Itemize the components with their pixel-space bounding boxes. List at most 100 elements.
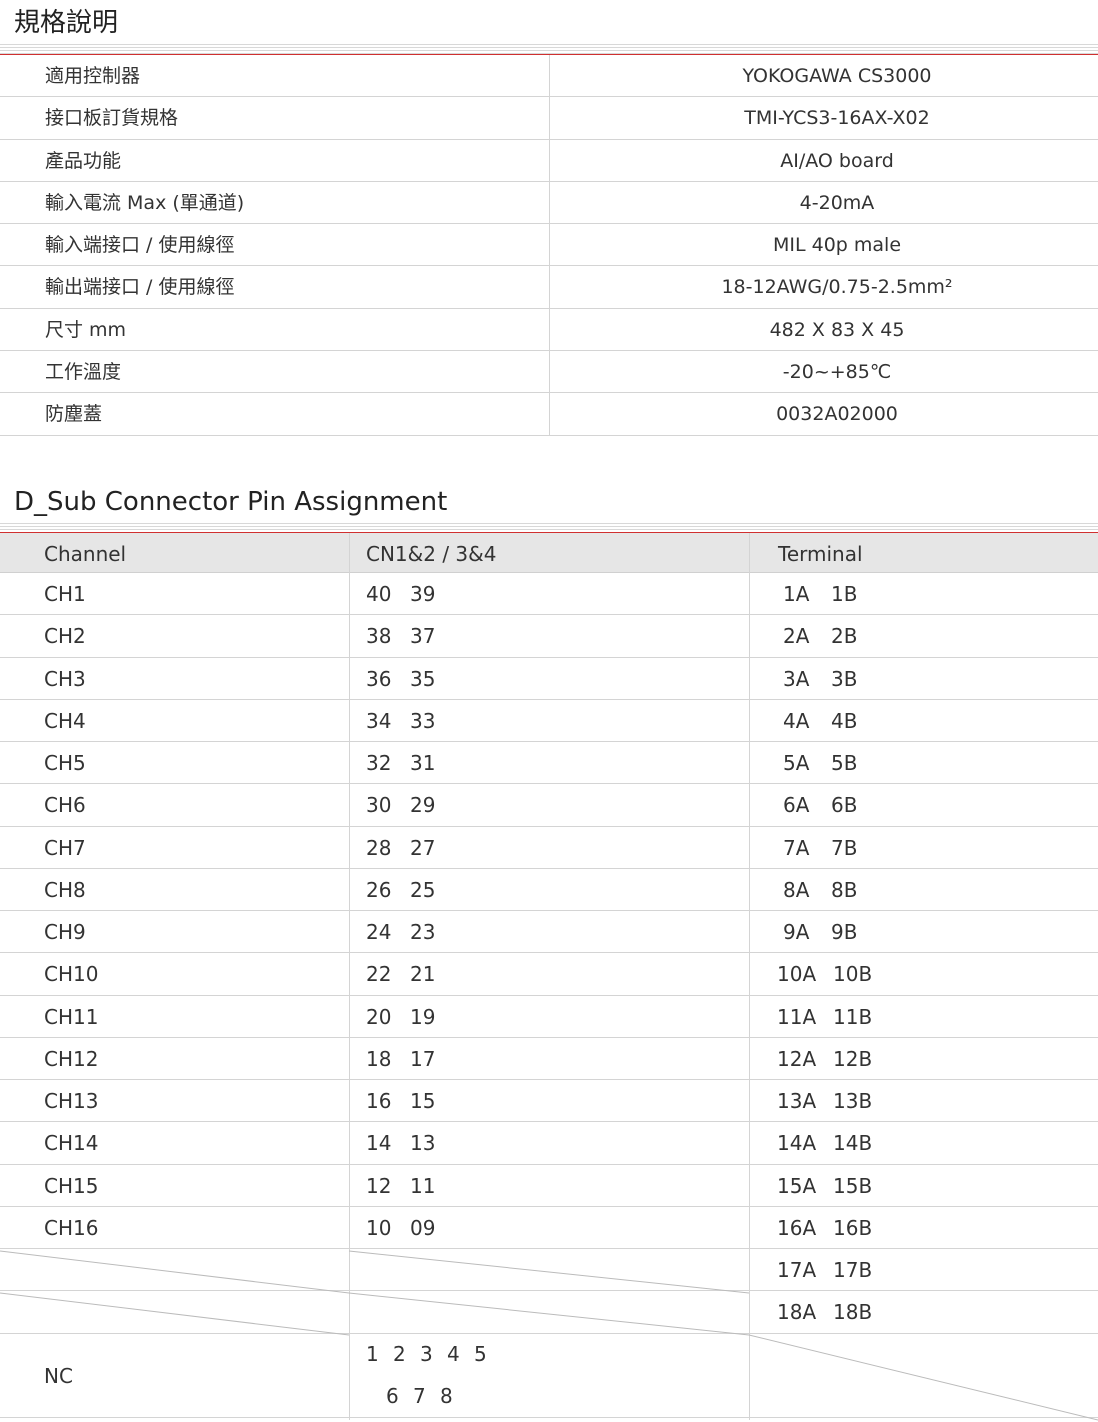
terminal-cell: 1A 1B [783,573,857,615]
pin-a: 18 [366,1046,392,1071]
pin-a: 10 [366,1215,392,1240]
connector-pins-cell: 10 09 [366,1207,435,1249]
terminal-a: 17A [777,1258,817,1282]
spec-value: 4-20mA [799,191,875,214]
spec-column-divider [549,55,550,436]
nc-pin: 6 [386,1383,400,1408]
terminal-a: 13A [777,1089,817,1113]
channel-cell: CH16 [44,1215,99,1240]
connector-pins-cell: 12 11 [366,1165,435,1207]
channel-cell: CH11 [44,1004,99,1029]
channel-cell: CH8 [44,877,86,902]
terminal-b: 17B [833,1258,873,1282]
terminal-b: 3B [831,666,858,691]
table-row: CH2 38 37 2A 2B [0,615,1098,658]
terminal-cell: 14A 14B [777,1122,872,1164]
pin-a: 16 [366,1089,392,1113]
pin-a: 38 [366,624,392,649]
spec-label: 接口板訂貨規格 [45,107,179,130]
pin-a: 30 [366,793,392,818]
spec-value: MIL 40p male [772,234,902,257]
pin-a: 24 [366,920,392,944]
table-row: CH4 34 33 4A 4B [0,700,1098,742]
spec-section-title: 規格說明 [14,8,119,38]
spec-value: 482 X 83 X 45 [769,318,905,341]
pin-b: 39 [410,582,436,606]
spec-value: AI/AO board [780,149,894,172]
terminal-a: 3A [783,666,810,691]
terminal-a: 18A [777,1300,817,1325]
pin-a: 12 [366,1173,392,1198]
terminal-a: 7A [783,835,810,860]
terminal-cell: 5A 5B [783,742,857,784]
terminal-a: 9A [783,920,810,944]
terminal-a: 11A [777,1004,817,1029]
table-row: CH12 18 17 12A 12B [0,1038,1098,1080]
terminal-cell: 2A 2B [783,615,857,657]
connector-pins-cell: 14 13 [366,1122,435,1164]
channel-cell: CH1 [44,582,86,606]
table-row: CH1 40 39 1A 1B [0,573,1098,616]
pin-b: 17 [410,1046,436,1071]
terminal-b: 8B [831,877,858,902]
channel-cell: CH6 [44,793,86,818]
nc-pin: 1 [366,1341,380,1366]
connector-pins-cell: 28 27 [366,827,435,869]
nc-pin: 8 [440,1383,454,1408]
terminal-a: 16A [777,1215,817,1240]
nc-pins-line1: 12345 [366,1342,501,1366]
pin-b: 23 [410,920,436,944]
table-row: CH15 12 11 15A 15B [0,1165,1098,1207]
terminal-b: 11B [833,1004,873,1029]
terminal-cell: 17A 17B [777,1249,872,1291]
terminal-cell: 4A 4B [783,700,857,742]
header-connector: CN1&2 / 3&4 [366,542,497,566]
pin-table-body: CH1 40 39 1A 1B CH2 38 37 2A 2B CH3 36 35 3A 3B CH4 34 33… [0,573,1098,1334]
table-row: CH7 28 27 7A 7B [0,827,1098,869]
connector-pins-cell: 32 31 [366,742,435,784]
connector-pins-cell: 38 37 [366,615,435,657]
table-row: CH3 36 35 3A 3B [0,658,1098,700]
table-row: CH16 10 09 16A 16B [0,1207,1098,1249]
terminal-cell: 15A 15B [777,1165,872,1207]
spec-label: 尺寸 mm [45,318,127,341]
channel-cell: CH2 [44,624,86,649]
pin-a: 32 [366,751,392,775]
channel-cell: CH7 [44,835,86,860]
terminal-b: 2B [831,624,858,649]
pin-b: 37 [410,624,436,649]
pin-a: 20 [366,1004,392,1029]
channel-cell: CH12 [44,1046,99,1071]
connector-pins-cell: 26 25 [366,869,435,911]
nc-row: NC 12345 678 [0,1334,1098,1418]
table-row: CH14 14 13 14A 14B [0,1122,1098,1165]
nc-label: NC [44,1363,73,1388]
spec-value: -20~+85℃ [782,361,892,384]
table-row: 18A 18B [0,1291,1098,1334]
table-row: CH10 22 21 10A 10B [0,953,1098,996]
connector-pins-cell: 20 19 [366,996,435,1038]
channel-cell: CH13 [44,1089,99,1113]
terminal-a: 5A [783,751,810,775]
pin-table-header: Channel CN1&2 / 3&4 Terminal [0,533,1098,573]
header-terminal: Terminal [778,542,863,566]
spec-label: 適用控制器 [45,65,141,87]
pin-b: 29 [410,793,436,818]
terminal-b: 18B [833,1300,873,1325]
pin-a: 26 [366,877,392,902]
terminal-cell: 16A 16B [777,1207,872,1249]
table-row: 17A 17B [0,1249,1098,1292]
nc-pin: 5 [474,1341,488,1366]
terminal-b: 16B [833,1215,873,1240]
pin-b: 09 [410,1215,436,1240]
table-row: CH9 24 23 9A 9B [0,911,1098,954]
spec-label: 輸入電流 Max (單通道) [45,191,245,214]
terminal-a: 10A [777,962,817,987]
terminal-b: 12B [833,1046,873,1071]
terminal-cell: 18A 18B [777,1291,872,1333]
pin-b: 21 [410,962,436,987]
terminal-cell: 3A 3B [783,658,857,700]
terminal-a: 14A [777,1131,817,1156]
pin-b: 13 [410,1131,436,1156]
pin-b: 33 [410,708,436,733]
